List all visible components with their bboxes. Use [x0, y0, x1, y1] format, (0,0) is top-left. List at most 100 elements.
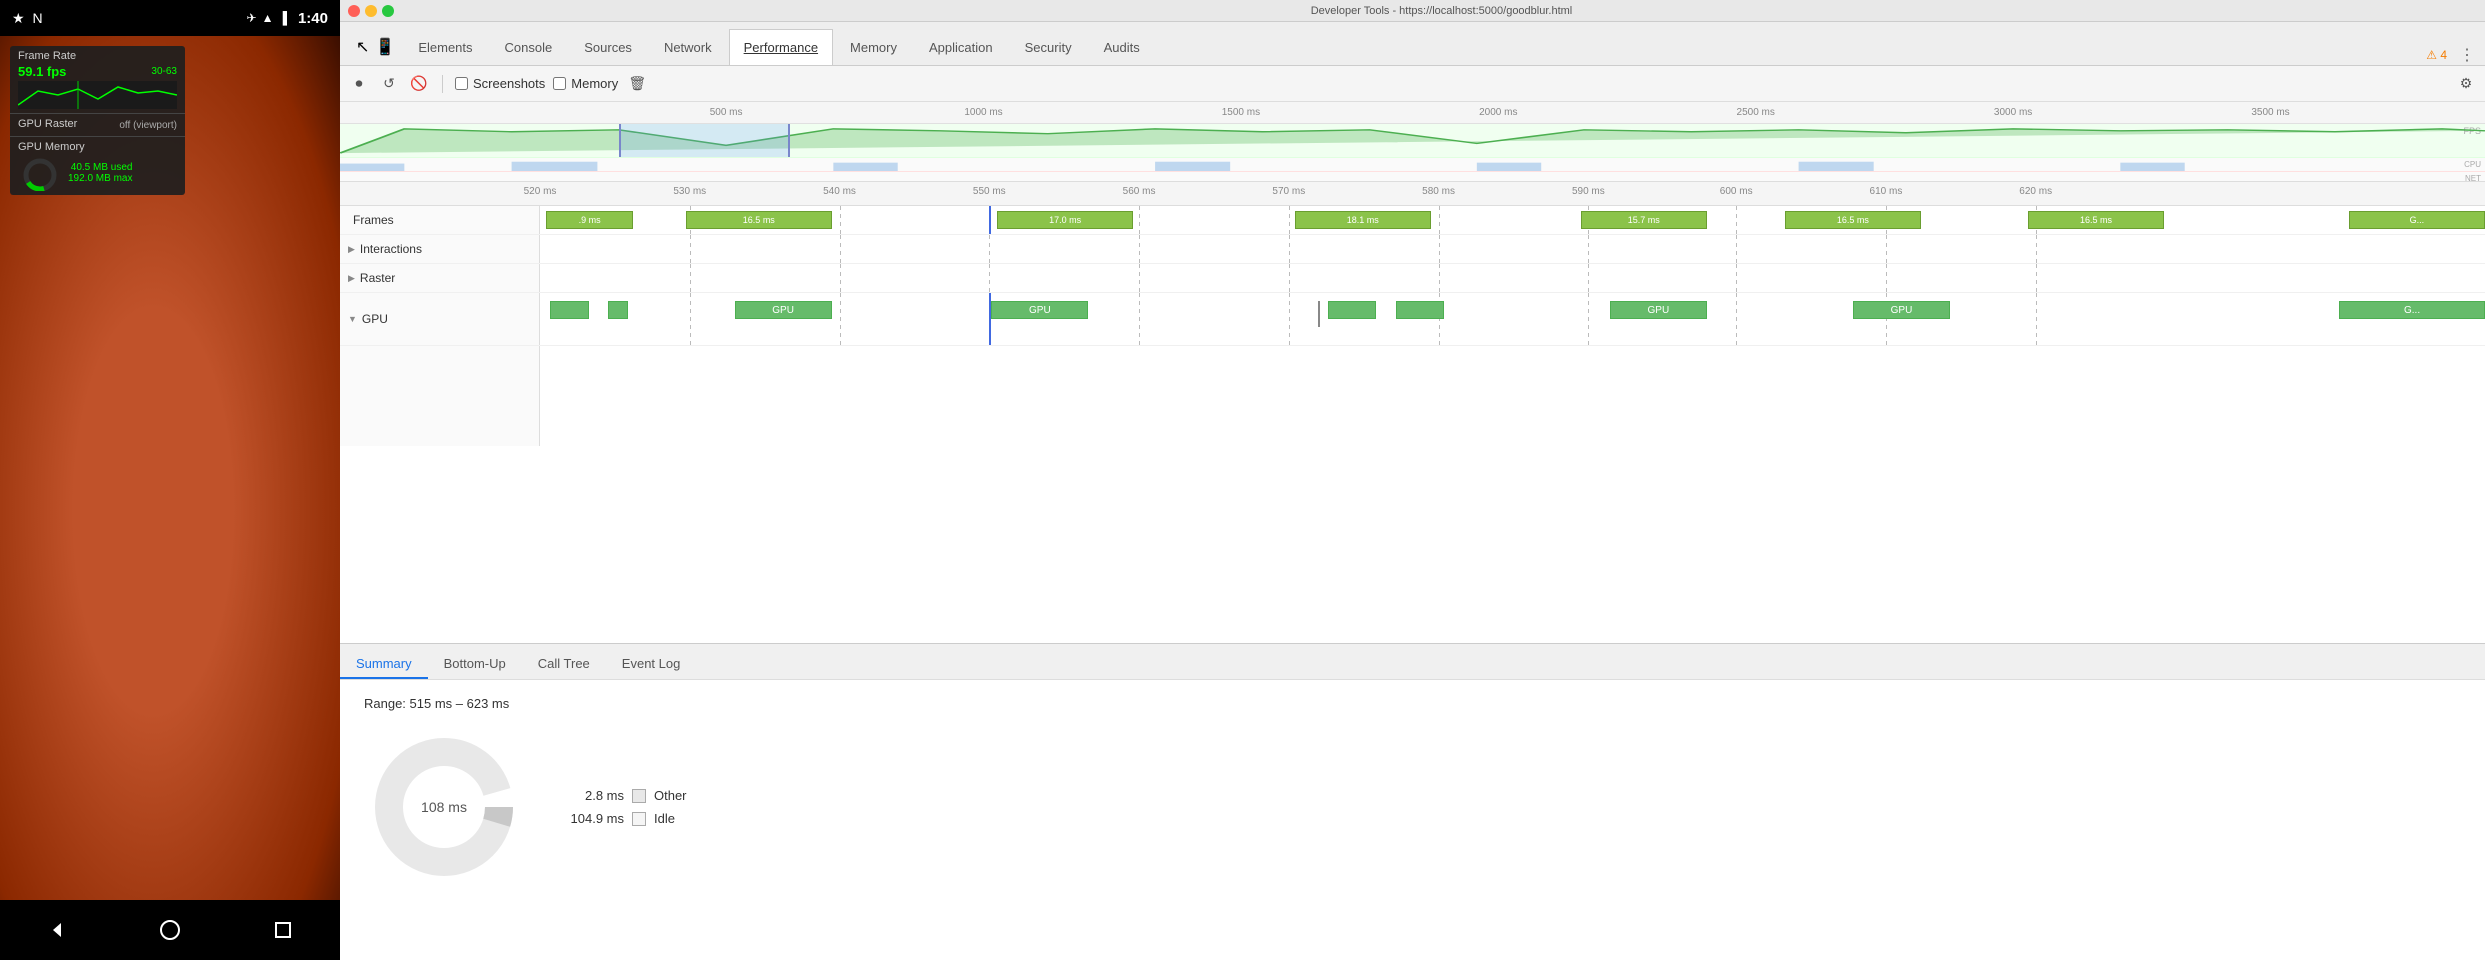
ruler-tick-1000: 1000 ms — [964, 107, 1002, 118]
timeline-ruler: 500 ms 1000 ms 1500 ms 2000 ms 2500 ms 3… — [340, 102, 2485, 124]
warning-badge: ⚠ 4 — [2426, 48, 2447, 62]
cursor-icon[interactable]: ↖ — [356, 37, 369, 57]
gpu-block-6[interactable]: GPU — [1610, 301, 1707, 319]
frame-block-7[interactable]: G... — [2349, 211, 2485, 229]
frame-block-5[interactable]: 16.5 ms — [1785, 211, 1921, 229]
idle-value: 104.9 ms — [564, 811, 624, 826]
legend-idle: 104.9 ms Idle — [564, 811, 687, 826]
tab-audits[interactable]: Audits — [1089, 29, 1155, 65]
gpu-block-2[interactable]: GPU — [735, 301, 832, 319]
tab-bottom-up[interactable]: Bottom-Up — [428, 650, 522, 679]
frame-block-3[interactable]: 18.1 ms — [1295, 211, 1431, 229]
gpu-vline-10 — [2036, 293, 2037, 345]
settings-button[interactable]: ⚙ — [2455, 73, 2477, 95]
gpu-block-0[interactable] — [550, 301, 589, 319]
tab-sources[interactable]: Sources — [569, 29, 647, 65]
tab-event-log[interactable]: Event Log — [606, 650, 697, 679]
gpu-memory-values: 40.5 MB used 192.0 MB max — [68, 162, 132, 184]
interactions-row: ▶ Interactions — [340, 235, 2485, 264]
tab-elements[interactable]: Elements — [403, 29, 487, 65]
nfc-icon: N — [32, 10, 42, 26]
screenshots-label[interactable]: Screenshots — [473, 76, 545, 91]
tab-security[interactable]: Security — [1010, 29, 1087, 65]
phone-status-icons: ✈ ▲ ▐ 1:40 — [247, 10, 329, 27]
record-button[interactable]: ⏺ — [348, 73, 370, 95]
tab-call-tree[interactable]: Call Tree — [522, 650, 606, 679]
signal-icon: ✈ — [247, 11, 257, 25]
phone-panel: ★ N ✈ ▲ ▐ 1:40 Frame Rate 59.1 fps 30-63 — [0, 0, 340, 960]
gpu-vline-1 — [690, 293, 691, 345]
gpu-block-5[interactable] — [1396, 301, 1445, 319]
raster-vline-6 — [1439, 264, 1440, 292]
gpu-block-1[interactable] — [608, 301, 627, 319]
bottom-tabs: Summary Bottom-Up Call Tree Event Log — [340, 644, 2485, 680]
donut-value: 108 ms — [421, 799, 467, 815]
tab-network[interactable]: Network — [649, 29, 727, 65]
vline-4 — [1139, 206, 1140, 234]
gpu-memory-donut — [18, 155, 62, 191]
frame-block-6[interactable]: 16.5 ms — [2028, 211, 2164, 229]
int-vline-1 — [690, 235, 691, 263]
delete-button[interactable]: 🗑 — [626, 73, 648, 95]
bluetooth-icon: ★ — [12, 10, 25, 26]
idle-swatch — [632, 812, 646, 826]
raster-expand[interactable]: ▶ — [348, 273, 355, 284]
recent-button[interactable] — [270, 917, 296, 943]
gpu-memory-used: 40.5 MB used — [68, 162, 132, 173]
ruler-tick-2000: 2000 ms — [1479, 107, 1517, 118]
cursor-line — [989, 206, 991, 234]
home-button[interactable] — [157, 917, 183, 943]
bottom-panel: Summary Bottom-Up Call Tree Event Log Ra… — [340, 643, 2485, 960]
int-vline-4 — [1139, 235, 1140, 263]
flamechart-ruler-right: 520 ms 530 ms 540 ms 550 ms 560 ms 570 m… — [540, 182, 2485, 205]
toolbar-separator-1 — [442, 75, 443, 93]
vline-5 — [1289, 206, 1290, 234]
frame-block-2[interactable]: 17.0 ms — [997, 211, 1133, 229]
frame-block-0[interactable]: .9 ms — [546, 211, 634, 229]
phone-status-left: ★ N — [12, 10, 43, 27]
frame-rate-label: Frame Rate — [18, 50, 177, 62]
more-options-icon[interactable]: ⋮ — [2459, 45, 2475, 65]
tab-console[interactable]: Console — [490, 29, 568, 65]
gpu-block-4[interactable] — [1328, 301, 1377, 319]
gpu-vline-4 — [1139, 293, 1140, 345]
flamechart-area[interactable]: 520 ms 530 ms 540 ms 550 ms 560 ms 570 m… — [340, 182, 2485, 643]
range-label: Range: 515 ms – 623 ms — [364, 696, 2461, 711]
screenshots-group: Screenshots — [455, 76, 545, 91]
frame-block-1[interactable]: 16.5 ms — [686, 211, 832, 229]
minimize-dot[interactable] — [365, 5, 377, 17]
ftick-580: 580 ms — [1422, 186, 1455, 197]
tab-memory[interactable]: Memory — [835, 29, 912, 65]
gpu-timing-line — [1318, 301, 1320, 327]
clear-button[interactable]: 🚫 — [408, 73, 430, 95]
gpu-expand[interactable]: ▼ — [348, 314, 357, 324]
interactions-content — [540, 235, 2485, 263]
close-dot[interactable] — [348, 5, 360, 17]
frames-content: .9 ms 16.5 ms 17.0 ms 18.1 ms 15.7 ms 16… — [540, 206, 2485, 234]
flamechart-ruler: 520 ms 530 ms 540 ms 550 ms 560 ms 570 m… — [340, 182, 2485, 206]
gpu-content: GPU GPU GPU GPU G... — [540, 293, 2485, 345]
gpu-block-3[interactable]: GPU — [991, 301, 1088, 319]
other-label: Other — [654, 788, 687, 803]
donut-center-label: 108 ms — [421, 799, 467, 815]
device-icon[interactable]: 📱 — [375, 37, 395, 57]
screenshots-checkbox[interactable] — [455, 77, 468, 90]
window-title: Developer Tools - https://localhost:5000… — [406, 5, 2477, 17]
gpu-block-7[interactable]: GPU — [1853, 301, 1950, 319]
maximize-dot[interactable] — [382, 5, 394, 17]
back-button[interactable] — [44, 917, 70, 943]
tab-performance[interactable]: Performance — [729, 29, 833, 65]
tab-application[interactable]: Application — [914, 29, 1008, 65]
reload-button[interactable]: ↺ — [378, 73, 400, 95]
tab-summary[interactable]: Summary — [340, 650, 428, 679]
frame-block-4[interactable]: 15.7 ms — [1581, 211, 1707, 229]
memory-label[interactable]: Memory — [571, 76, 618, 91]
donut-chart: 108 ms — [364, 727, 524, 887]
interactions-expand[interactable]: ▶ — [348, 244, 355, 255]
raster-vline-7 — [1588, 264, 1589, 292]
timeline-overview[interactable]: 500 ms 1000 ms 1500 ms 2000 ms 2500 ms 3… — [340, 102, 2485, 182]
raster-vline-5 — [1289, 264, 1290, 292]
gpu-block-8[interactable]: G... — [2339, 301, 2485, 319]
ftick-590: 590 ms — [1572, 186, 1605, 197]
memory-checkbox[interactable] — [553, 77, 566, 90]
